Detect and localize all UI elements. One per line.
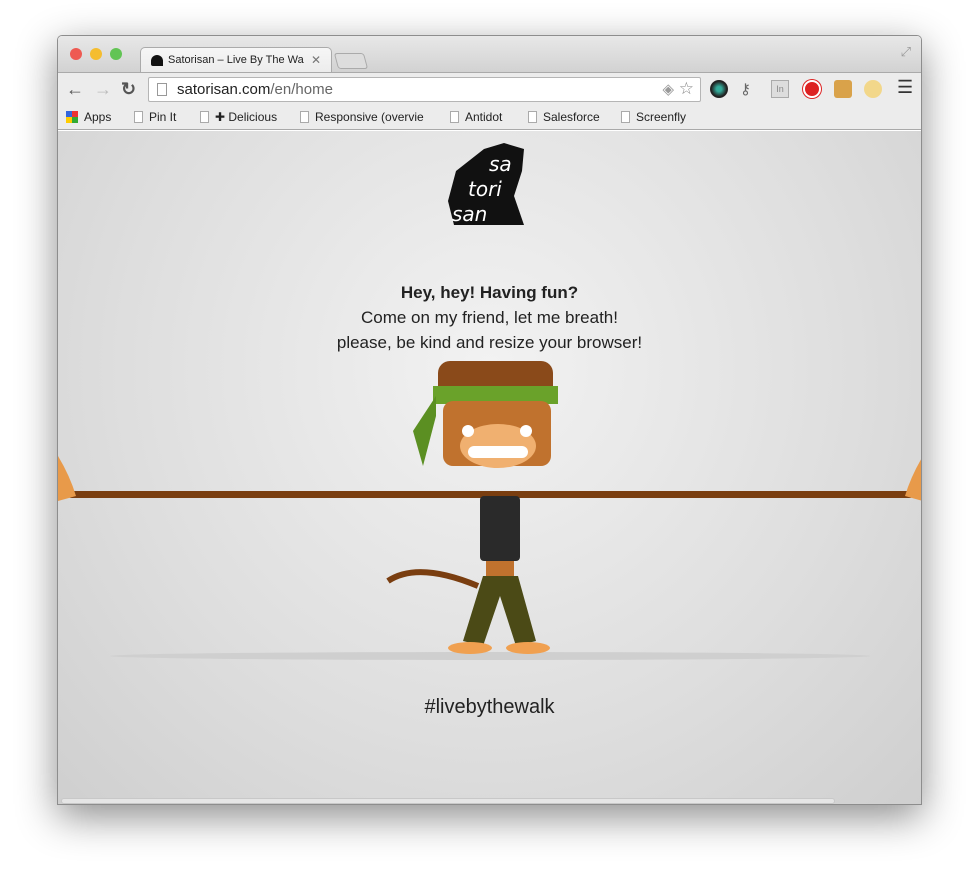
svg-text:san: san	[452, 202, 487, 226]
page-icon	[200, 111, 209, 123]
message-line-1: Come on my friend, let me breath!	[360, 308, 618, 327]
close-tab-icon[interactable]: ✕	[311, 53, 321, 67]
page-icon	[450, 111, 459, 123]
maximize-window-button[interactable]	[110, 48, 122, 60]
bookmark-delicious[interactable]: ✚ Delicious	[200, 110, 277, 124]
page-icon	[157, 83, 167, 96]
url-host: satorisan.com	[177, 81, 271, 98]
bookmark-screenfly[interactable]: Screenfly	[621, 110, 686, 124]
face-extension-icon[interactable]	[864, 80, 882, 98]
title-bar: Satorisan – Live By The Wa ✕ ⤢	[58, 36, 921, 72]
in-extension-icon[interactable]: In	[771, 80, 789, 98]
bookmark-salesforce[interactable]: Salesforce	[528, 110, 600, 124]
apps-grid-icon	[66, 111, 78, 123]
reload-button[interactable]: ↻	[121, 79, 136, 100]
url-path: /en/home	[270, 81, 333, 98]
page-icon	[300, 111, 309, 123]
back-button[interactable]: ←	[66, 79, 84, 100]
box-extension-icon[interactable]	[834, 80, 852, 98]
adblock-icon[interactable]	[803, 80, 821, 98]
heading: Hey, hey! Having fun?	[400, 283, 579, 302]
page-icon	[621, 111, 630, 123]
browser-window: Satorisan – Live By The Wa ✕ ⤢ ← → ↻ sat…	[57, 35, 922, 805]
tab-title: Satorisan – Live By The Wa	[168, 54, 304, 66]
address-bar[interactable]: satorisan.com/en/home ◈ ☆	[148, 77, 701, 102]
favicon-icon	[151, 54, 163, 66]
page-icon	[528, 111, 537, 123]
tab-satorisan[interactable]: Satorisan – Live By The Wa ✕	[140, 47, 332, 72]
forward-button[interactable]: →	[94, 79, 112, 100]
svg-text:tori: tori	[468, 177, 502, 201]
toolbar: ← → ↻ satorisan.com/en/home ◈ ☆ ⚷ In ☰	[58, 72, 921, 105]
star-icon[interactable]: ☆	[679, 77, 694, 100]
bookmark-responsive[interactable]: Responsive (overvie	[300, 110, 430, 124]
key-extension-icon[interactable]: ⚷	[740, 80, 758, 98]
monkey-illustration	[58, 361, 921, 660]
bookmark-apps[interactable]: Apps	[66, 110, 111, 124]
page-icon	[134, 111, 143, 123]
bookmark-pin-it[interactable]: Pin It	[134, 110, 176, 124]
bookmark-antidot[interactable]: Antidot	[450, 110, 502, 124]
bookmarks-bar: Apps Pin It ✚ Delicious Responsive (over…	[58, 105, 921, 130]
page-content: sa tori san Hey, hey! Having fun? Come o…	[58, 131, 921, 804]
horizontal-scrollbar[interactable]	[61, 798, 835, 804]
fullscreen-icon[interactable]: ⤢	[901, 44, 911, 60]
menu-icon[interactable]: ☰	[897, 77, 913, 98]
close-window-button[interactable]	[70, 48, 82, 60]
color-picker-extension-icon[interactable]	[710, 80, 728, 98]
hashtag: #livebythewalk	[424, 696, 555, 718]
satorisan-logo[interactable]: sa tori san	[444, 141, 534, 226]
diamond-icon[interactable]: ◈	[662, 78, 674, 101]
message-line-2: please, be kind and resize your browser!	[336, 333, 643, 352]
svg-text:sa: sa	[489, 152, 512, 176]
new-tab-button[interactable]	[333, 53, 369, 69]
minimize-window-button[interactable]	[90, 48, 102, 60]
